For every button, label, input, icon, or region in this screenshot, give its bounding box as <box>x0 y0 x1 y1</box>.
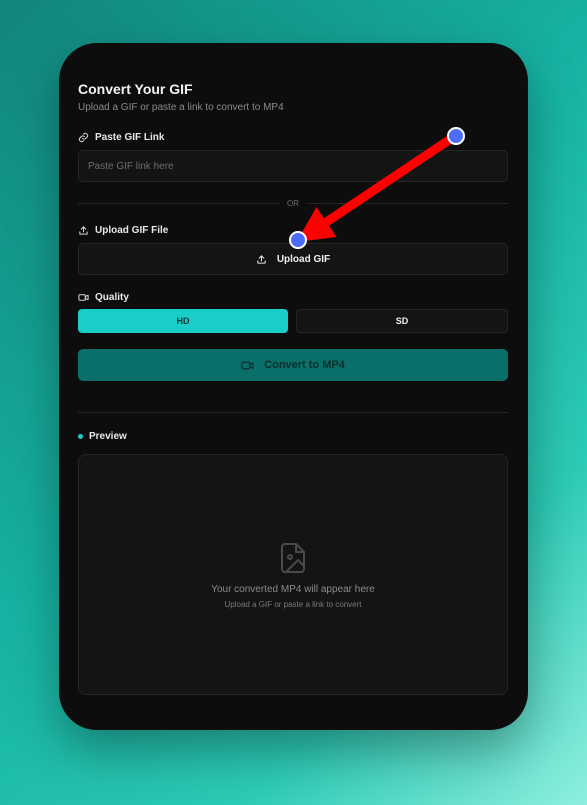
page-subtitle: Upload a GIF or paste a link to convert … <box>78 102 284 113</box>
divider-line-right <box>307 202 508 204</box>
preview-empty-subtitle: Upload a GIF or paste a link to convert <box>224 600 362 609</box>
quality-toggle-group: HD SD <box>78 309 508 333</box>
page-title: Convert Your GIF <box>78 81 193 97</box>
quality-hd-button[interactable]: HD <box>78 309 288 333</box>
upload-icon <box>79 226 88 235</box>
gif-link-input[interactable]: Paste GIF link here <box>78 150 508 182</box>
gif-link-label-text: Paste GIF Link <box>95 132 165 143</box>
preview-label-text: Preview <box>89 431 127 442</box>
preview-status-dot <box>78 434 83 439</box>
or-text: OR <box>287 198 299 208</box>
preview-empty-title: Your converted MP4 will appear here <box>211 584 375 595</box>
upload-file-label-text: Upload GIF File <box>95 225 169 236</box>
quality-label: Quality <box>78 292 129 303</box>
quality-label-text: Quality <box>95 292 129 303</box>
section-divider <box>78 412 508 413</box>
divider-line-left <box>78 202 279 204</box>
upload-file-label: Upload GIF File <box>78 225 168 236</box>
preview-area: Your converted MP4 will appear here Uplo… <box>78 454 508 695</box>
gif-link-placeholder: Paste GIF link here <box>88 160 174 172</box>
convert-to-mp4-button[interactable]: Convert to MP4 <box>78 349 508 381</box>
preview-empty-state: Your converted MP4 will appear here Uplo… <box>79 542 507 609</box>
upload-gif-button-label: Upload GIF <box>276 253 331 265</box>
upload-gif-button[interactable]: Upload GIF <box>78 243 508 275</box>
preview-label: Preview <box>78 431 127 442</box>
upload-icon <box>257 254 266 264</box>
quality-sd-button[interactable]: SD <box>296 309 508 333</box>
converter-card: Convert Your GIF Upload a GIF or paste a… <box>59 43 528 730</box>
video-icon <box>78 294 89 301</box>
image-file-icon <box>281 543 305 573</box>
gif-link-label: Paste GIF Link <box>78 132 164 143</box>
video-icon <box>241 361 254 369</box>
link-icon <box>78 132 89 143</box>
convert-button-label: Convert to MP4 <box>264 359 345 371</box>
or-divider: OR <box>78 197 508 209</box>
